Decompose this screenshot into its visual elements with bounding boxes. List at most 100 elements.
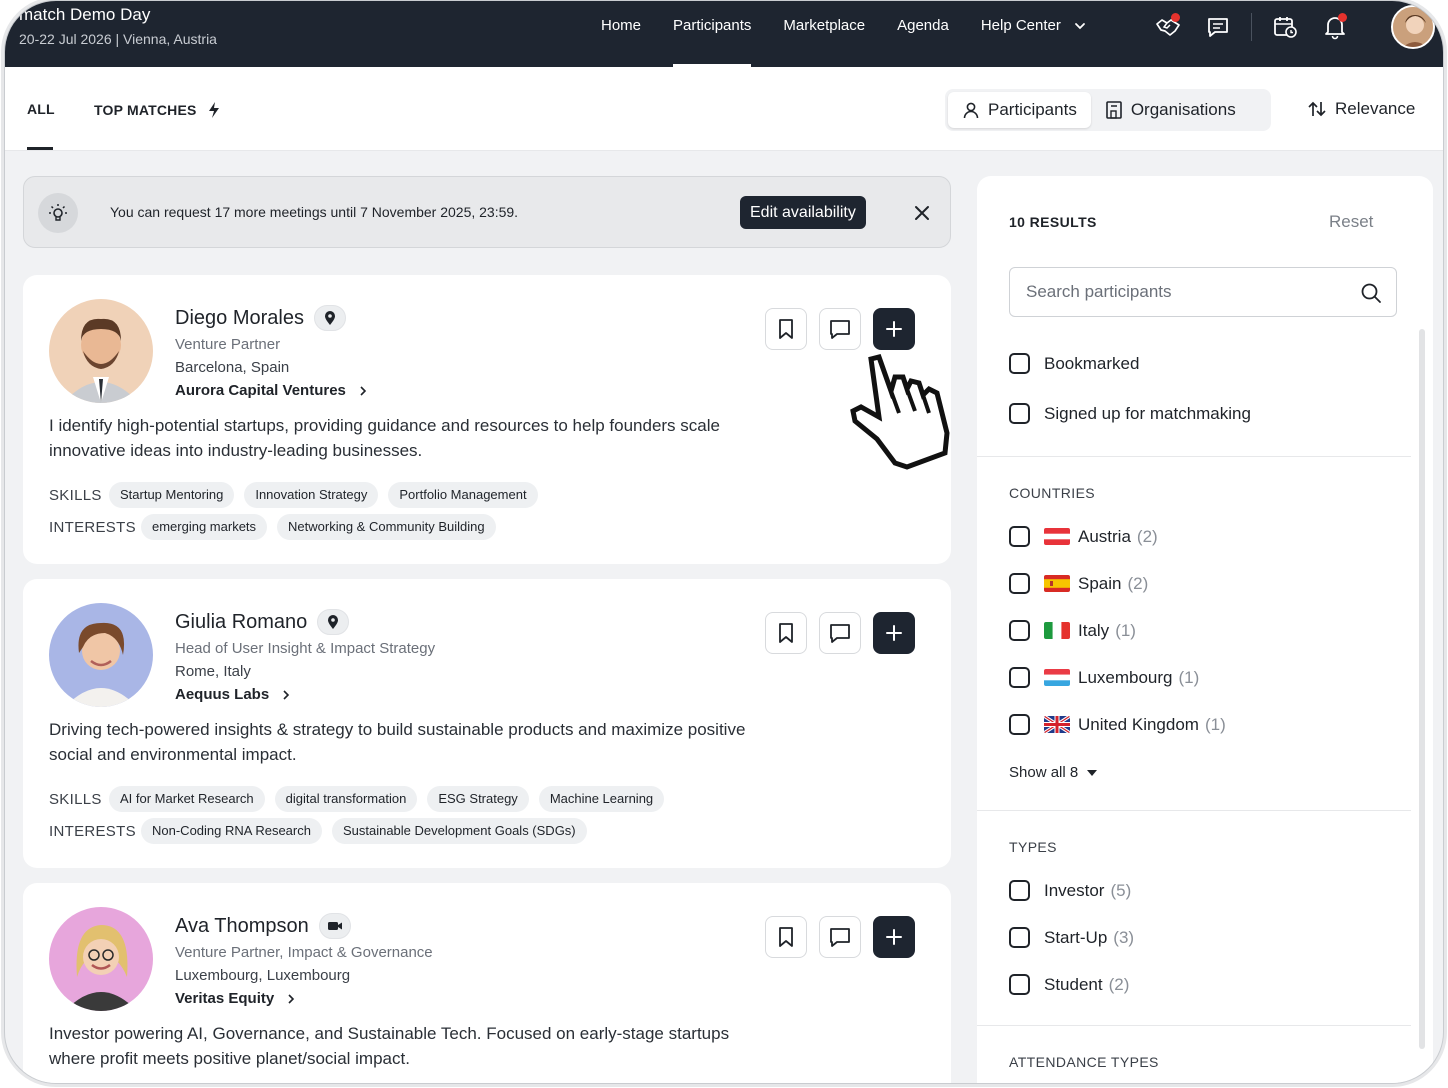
filter-label: Student [1044,974,1103,994]
filter-count: (2) [1136,526,1158,546]
skill-chip: Startup Mentoring [109,482,235,508]
participant-organisation-link[interactable]: Veritas Equity [175,990,296,1007]
checkbox[interactable] [1009,880,1030,901]
participant-organisation-link[interactable]: Aurora Capital Ventures [175,382,368,399]
nav-help-center-label: Help Center [980,17,1061,34]
chat-bubble-icon [830,624,850,643]
checkbox[interactable] [1009,353,1030,374]
plus-icon [886,929,902,945]
filter-country-italy[interactable]: Italy (1) [1009,620,1136,641]
segment-participants[interactable]: Participants [948,92,1091,128]
bookmark-button[interactable] [765,308,807,350]
filter-tabs-bar: ALL TOP MATCHES Participants Organisatio… [5,67,1443,151]
participant-organisation-link[interactable]: Aequus Labs [175,686,291,703]
request-meeting-button[interactable] [873,612,915,654]
checkbox[interactable] [1009,974,1030,995]
segment-organisations[interactable]: Organisations [1091,92,1250,128]
message-button[interactable] [819,916,861,958]
countries-section-title: COUNTRIES [1009,485,1096,501]
organisation-name: Veritas Equity [175,990,275,1007]
bookmark-icon [779,623,793,643]
checkbox[interactable] [1009,667,1030,688]
participant-card[interactable]: Giulia Romano Head of User Insight & Imp… [23,579,951,868]
interest-chip: Non-Coding RNA Research [141,818,322,844]
filter-country-united-kingdom[interactable]: United Kingdom (1) [1009,714,1226,735]
bell-icon[interactable] [1318,10,1352,44]
participant-card[interactable]: Ava Thompson Venture Partner, Impact & G… [23,883,951,1083]
reset-filters-button[interactable]: Reset [1329,212,1373,232]
participant-name[interactable]: Giulia Romano [175,609,350,635]
chevron-down-icon [1075,23,1085,30]
bookmark-button[interactable] [765,612,807,654]
nav-marketplace[interactable]: Marketplace [783,1,865,67]
event-title: match Demo Day [19,5,151,24]
participant-bio: Investor powering AI, Governance, and Su… [49,1024,730,1068]
nav-participants[interactable]: Participants [673,1,752,67]
card-actions [765,308,927,350]
interest-chip: Sustainable Development Goals (SDGs) [331,818,587,844]
checkbox[interactable] [1009,526,1030,547]
message-button[interactable] [819,612,861,654]
participant-name[interactable]: Ava Thompson [175,913,351,939]
request-meeting-button[interactable] [873,308,915,350]
filter-count: (3) [1113,927,1135,947]
nav-agenda[interactable]: Agenda [897,1,949,67]
search-icon[interactable] [1360,282,1382,304]
bookmark-button[interactable] [765,916,807,958]
checkbox[interactable] [1009,403,1030,424]
filter-country-luxembourg[interactable]: Luxembourg (1) [1009,667,1199,688]
location-pin-icon [317,609,350,635]
handshake-icon[interactable] [1151,10,1185,44]
segment-participants-label: Participants [988,100,1077,119]
checkbox[interactable] [1009,573,1030,594]
chat-icon[interactable] [1201,10,1235,44]
user-avatar[interactable] [1391,5,1435,49]
notification-dot [1171,13,1180,22]
meeting-quota-text: You can request 17 more meetings until 7… [110,204,519,220]
nav-home[interactable]: Home [601,1,641,67]
edit-availability-button[interactable]: Edit availability [740,196,866,229]
filter-type-student[interactable]: Student (2) [1009,974,1129,995]
message-button[interactable] [819,308,861,350]
request-meeting-button[interactable] [873,916,915,958]
types-section-title: TYPES [1009,839,1057,855]
plus-icon [886,321,902,337]
filter-label: Signed up for matchmaking [1044,403,1251,423]
bookmark-icon [779,927,793,947]
organisation-name: Aequus Labs [175,686,270,703]
participant-bio: I identify high-potential startups, prov… [49,416,720,460]
checkbox[interactable] [1009,620,1030,641]
app-window: match Demo Day 20-22 Jul 2026 | Vienna, … [4,0,1444,1084]
filter-label: Investor [1044,880,1105,900]
skill-chip: Machine Learning [538,786,665,812]
checkbox[interactable] [1009,714,1030,735]
filter-signed-up-matchmaking[interactable]: Signed up for matchmaking [1009,403,1251,424]
filter-count: (1) [1204,714,1226,734]
participant-name-text: Diego Morales [175,306,304,329]
participant-name[interactable]: Diego Morales [175,305,346,331]
filter-label: Austria [1078,526,1131,546]
video-camera-icon [318,913,351,939]
results-count: 10 RESULTS [1009,214,1097,230]
filter-bookmarked[interactable]: Bookmarked [1009,353,1139,374]
top-navbar: match Demo Day 20-22 Jul 2026 | Vienna, … [5,1,1443,67]
filter-country-spain[interactable]: Spain (2) [1009,573,1148,594]
tab-all[interactable]: ALL [27,101,55,117]
close-icon[interactable] [912,203,932,223]
participant-card[interactable]: Diego Morales Venture Partner Barcelona,… [23,275,951,564]
uk-flag-icon [1044,716,1070,733]
location-pin-icon [313,305,346,331]
calendar-clock-icon[interactable] [1268,10,1302,44]
filter-type-start-up[interactable]: Start-Up (3) [1009,927,1134,948]
checkbox[interactable] [1009,927,1030,948]
sidebar-scrollbar[interactable] [1419,329,1425,1049]
filter-type-investor[interactable]: Investor (5) [1009,880,1131,901]
tab-top-matches[interactable]: TOP MATCHES [94,101,223,119]
show-all-countries-button[interactable]: Show all 8 [1009,764,1098,781]
filter-country-austria[interactable]: Austria (2) [1009,526,1158,547]
chevron-right-icon [283,689,290,700]
sort-dropdown[interactable]: Relevance [1307,99,1415,119]
search-input[interactable] [1010,268,1350,316]
building-icon [1106,101,1122,119]
nav-help-center[interactable]: Help Center [981,1,1087,67]
